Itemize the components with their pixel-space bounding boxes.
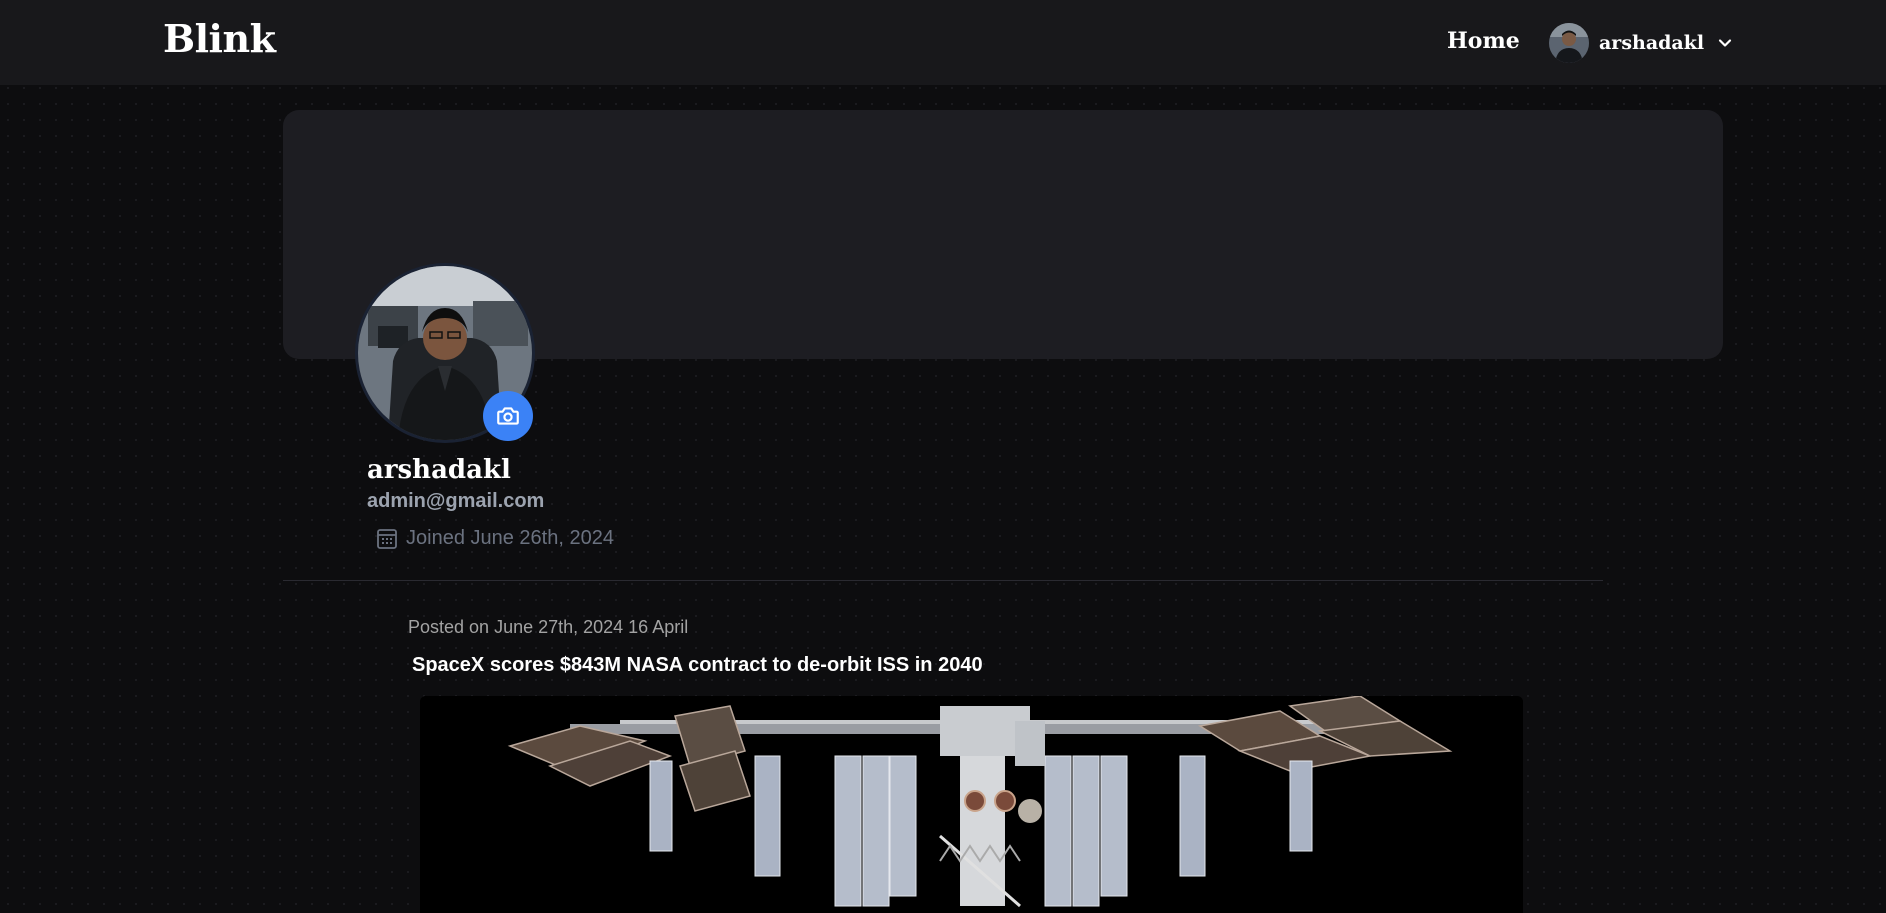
profile-username: arshadakl xyxy=(367,455,511,485)
user-menu-name: arshadakl xyxy=(1599,32,1705,54)
brand-logo[interactable]: Blink xyxy=(163,16,276,61)
top-navbar: Blink Home arshadakl xyxy=(0,0,1886,85)
nav-home-link[interactable]: Home xyxy=(1447,28,1520,54)
user-menu[interactable]: arshadakl xyxy=(1549,22,1732,64)
post-image[interactable] xyxy=(420,696,1523,913)
joined-date: Joined June 26th, 2024 xyxy=(376,527,614,550)
section-divider xyxy=(283,580,1603,581)
calendar-icon xyxy=(377,528,397,549)
change-photo-button[interactable] xyxy=(483,391,533,441)
chevron-down-icon xyxy=(1719,39,1732,47)
post-title[interactable]: SpaceX scores $843M NASA contract to de-… xyxy=(412,654,983,677)
camera-icon xyxy=(497,407,519,425)
post-meta: Posted on June 27th, 2024 16 April xyxy=(408,617,689,637)
user-avatar xyxy=(1549,23,1589,63)
profile-email: admin@gmail.com xyxy=(367,490,545,512)
joined-text: Joined June 26th, 2024 xyxy=(406,527,614,549)
